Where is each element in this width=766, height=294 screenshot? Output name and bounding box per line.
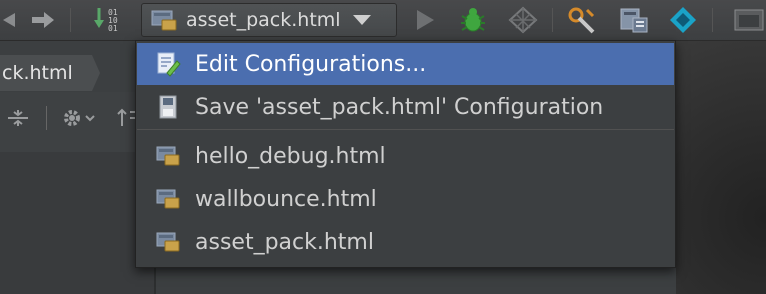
arrow-right-icon[interactable] [28, 6, 58, 34]
window-icon[interactable] [728, 6, 766, 34]
menu-separator [137, 129, 674, 130]
dart-icon[interactable] [666, 6, 700, 34]
menu-item-label: asset_pack.html [195, 229, 374, 255]
editor-tab[interactable]: ck.html [0, 55, 92, 91]
wrench-icon[interactable] [565, 6, 599, 34]
edit-config-icon [155, 51, 181, 77]
svg-text:01: 01 [108, 24, 118, 33]
menu-item-wallbounce[interactable]: wallbounce.html [137, 178, 674, 220]
run-config-icon [150, 8, 178, 32]
menu-item-asset-pack[interactable]: asset_pack.html [137, 221, 674, 263]
panel-toolbar [0, 92, 157, 152]
save-config-icon [155, 94, 181, 120]
html-config-icon [155, 186, 181, 212]
html-config-icon [155, 229, 181, 255]
run-icon[interactable] [410, 6, 440, 34]
menu-item-label: Edit Configurations... [195, 51, 427, 77]
structure-icon[interactable] [617, 6, 651, 34]
debug-bug-icon[interactable] [456, 6, 490, 34]
editor-tab-label: ck.html [2, 62, 73, 84]
menu-item-save-configuration[interactable]: Save 'asset_pack.html' Configuration [137, 86, 674, 128]
editor-area [676, 41, 766, 294]
menu-item-hello-debug[interactable]: hello_debug.html [137, 135, 674, 177]
run-config-dropdown: Edit Configurations... Save 'asset_pack.… [135, 40, 676, 268]
binary-icon[interactable]: 01 10 01 [88, 6, 128, 34]
coverage-icon[interactable] [506, 6, 540, 34]
main-toolbar: 01 10 01 asset_pack.html [0, 0, 766, 41]
run-configuration-selector[interactable]: asset_pack.html [141, 3, 397, 37]
collapse-icon[interactable] [6, 106, 30, 134]
gear-icon[interactable] [60, 106, 100, 134]
breadcrumb-arrow [92, 55, 100, 91]
menu-item-edit-configurations[interactable]: Edit Configurations... [137, 43, 674, 85]
run-config-label: asset_pack.html [186, 9, 341, 31]
menu-item-label: Save 'asset_pack.html' Configuration [195, 94, 604, 120]
project-tree [0, 152, 154, 294]
menu-item-label: wallbounce.html [195, 186, 377, 212]
menu-item-label: hello_debug.html [195, 143, 386, 169]
toolbar-button-partial[interactable] [2, 6, 18, 34]
dropdown-caret-icon [352, 15, 371, 25]
html-config-icon [155, 143, 181, 169]
